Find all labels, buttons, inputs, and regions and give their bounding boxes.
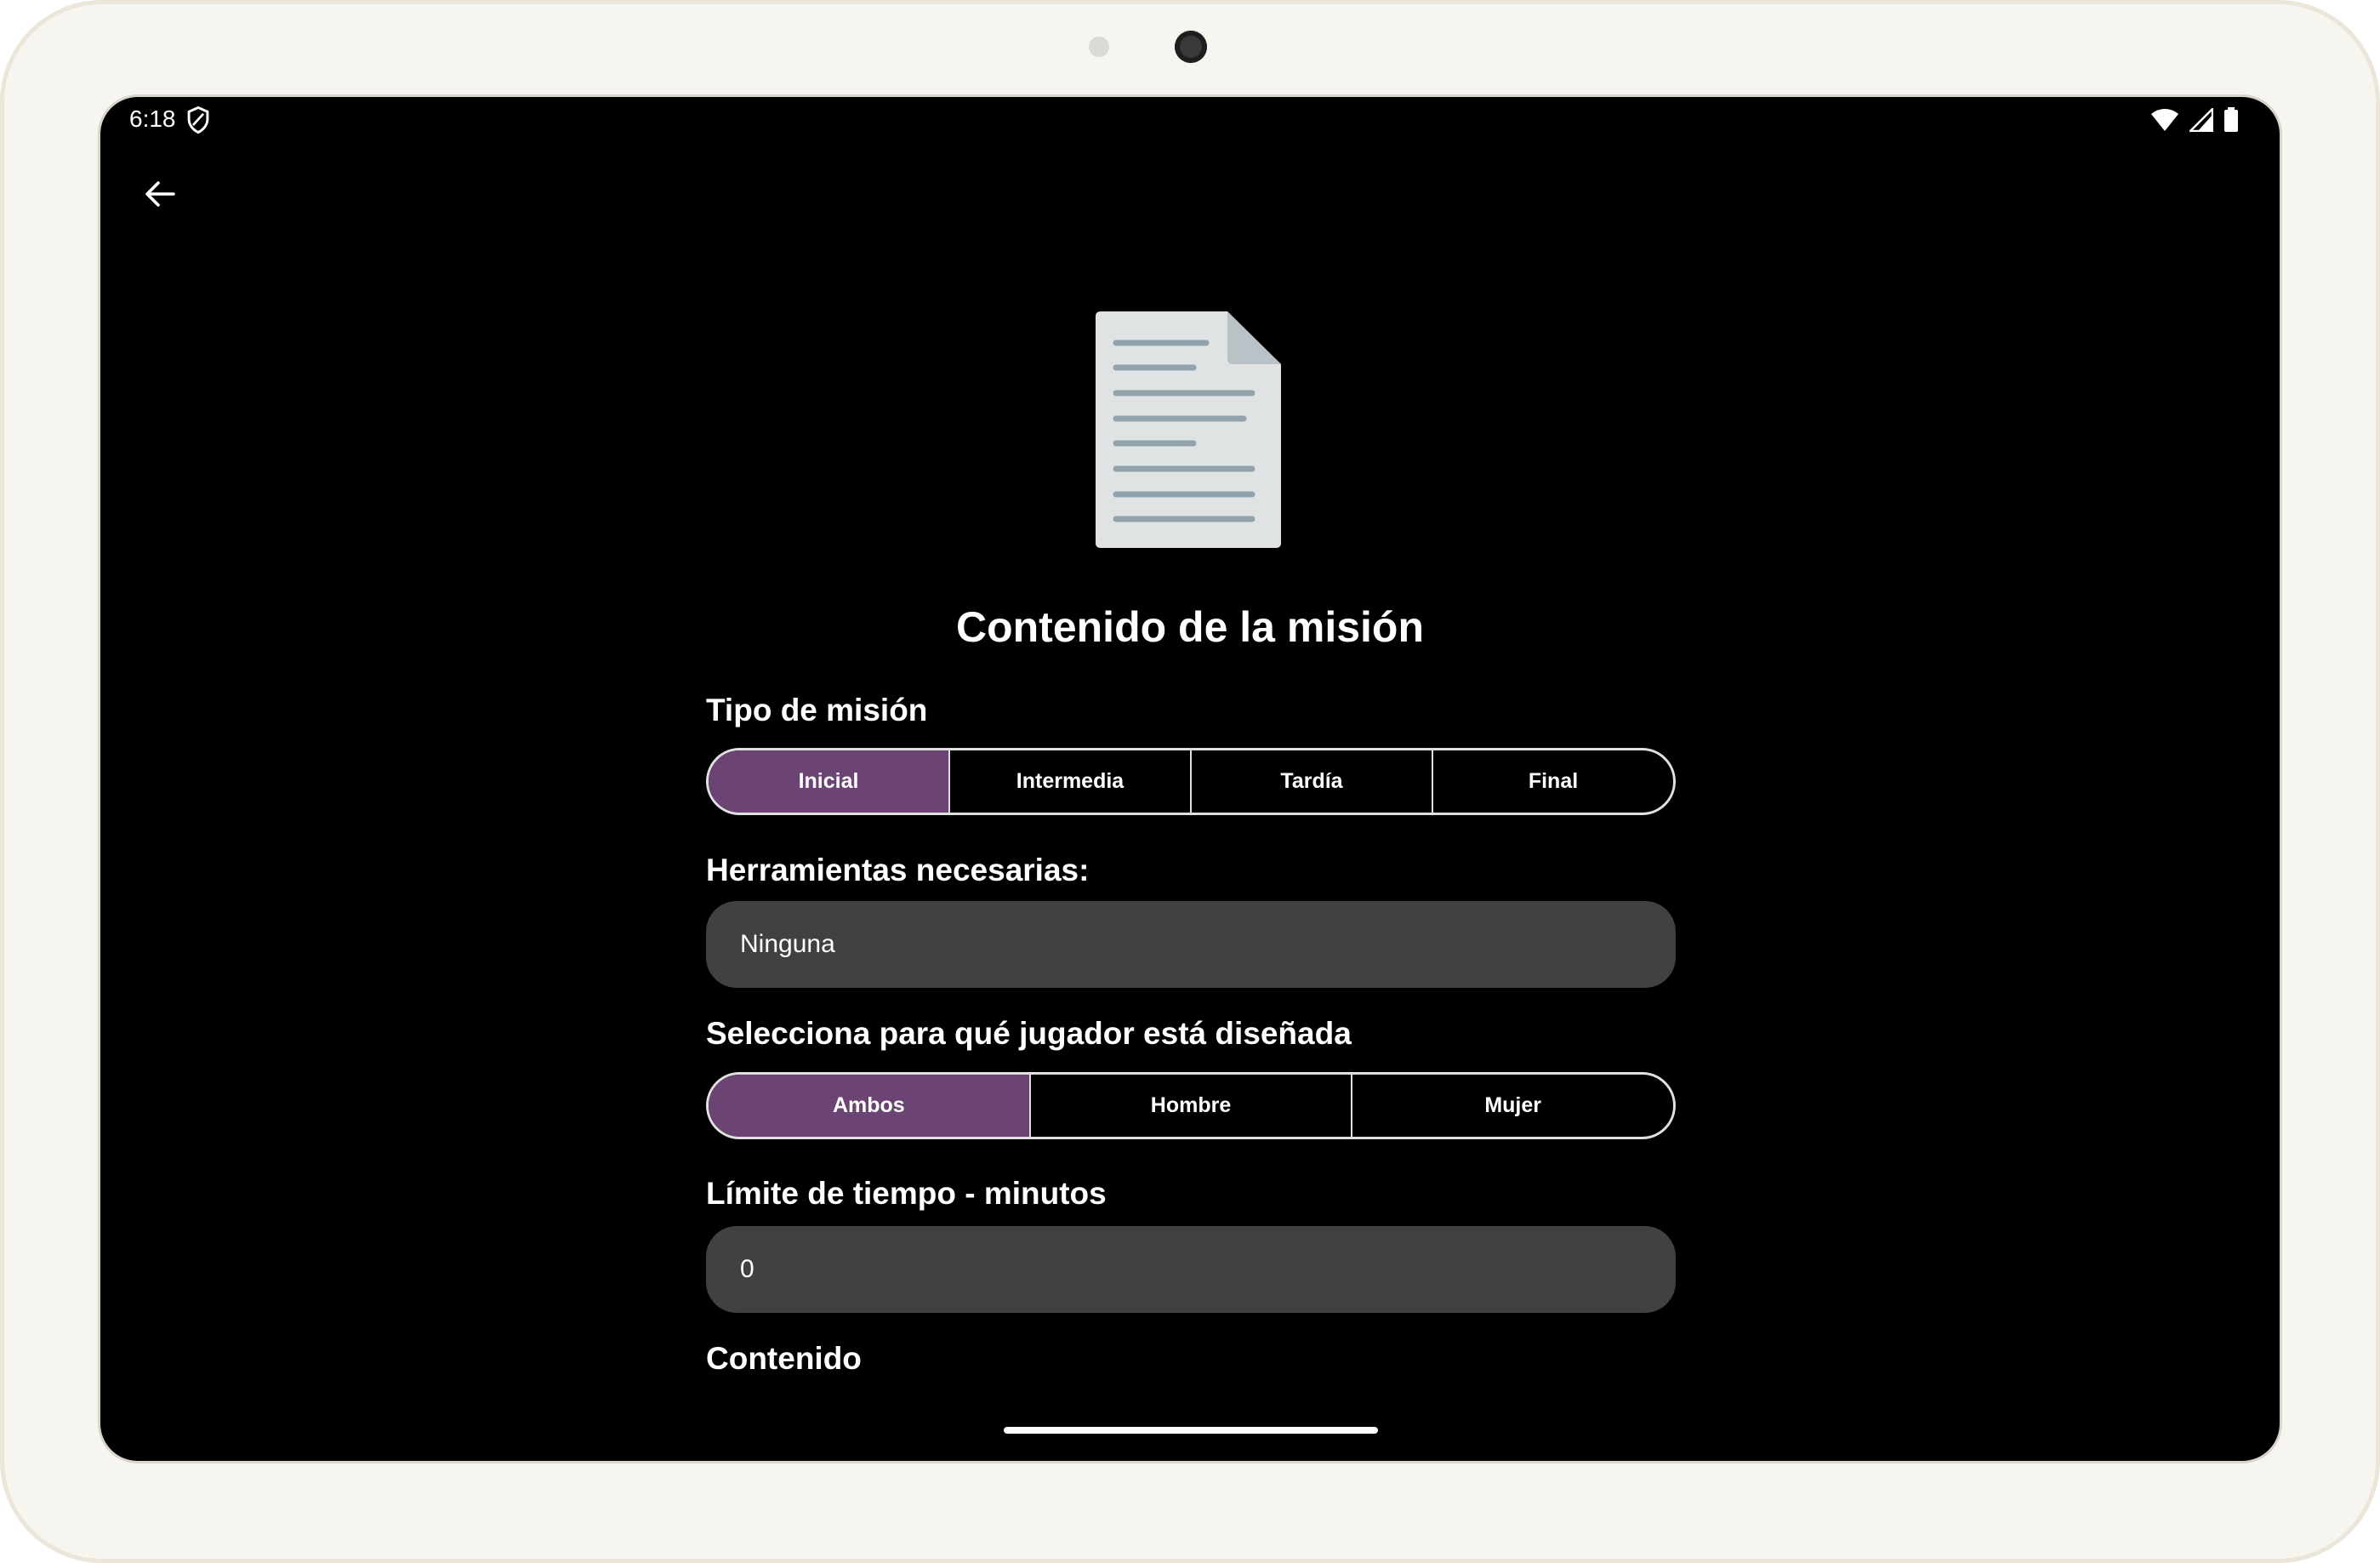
battery-icon [2224,107,2238,132]
page-title: Contenido de la misión [955,603,1425,651]
tablet-frame: 6:18 Contenido de la misión Tipo de misi… [0,0,2380,1563]
segment-intermedia[interactable]: Intermedia [948,750,1190,813]
front-camera [1175,31,1207,63]
shield-icon [187,106,209,134]
segment-hombre[interactable]: Hombre [1028,1075,1352,1137]
player-label: Selecciona para qué jugador está diseñad… [706,1016,1352,1051]
mission-type-selector: Inicial Intermedia Tardía Final [706,748,1676,815]
document-icon [1096,311,1281,548]
status-icons [2150,107,2239,133]
sensor-dot [1089,37,1109,57]
back-button[interactable] [129,163,191,225]
arrow-back-icon [145,181,175,207]
tools-input[interactable]: Ninguna [706,901,1676,988]
segment-inicial[interactable]: Inicial [709,750,948,813]
segment-final[interactable]: Final [1432,750,1673,813]
time-limit-label: Límite de tiempo - minutos [706,1176,1107,1211]
tools-label: Herramientas necesarias: [706,853,1090,887]
segment-ambos[interactable]: Ambos [709,1075,1029,1137]
home-indicator[interactable] [1004,1427,1378,1434]
status-bar: 6:18 [100,97,2280,145]
status-time: 6:18 [129,106,176,132]
content-label: Contenido [706,1341,862,1376]
cellular-signal-icon [2189,108,2213,132]
segment-mujer[interactable]: Mujer [1351,1075,1673,1137]
mission-type-label: Tipo de misión [706,693,928,727]
wifi-icon [2151,109,2178,131]
app-screen: 6:18 Contenido de la misión Tipo de misi… [100,97,2280,1461]
player-selector: Ambos Hombre Mujer [706,1072,1676,1139]
segment-tardia[interactable]: Tardía [1190,750,1432,813]
time-limit-input[interactable]: 0 [706,1226,1676,1313]
